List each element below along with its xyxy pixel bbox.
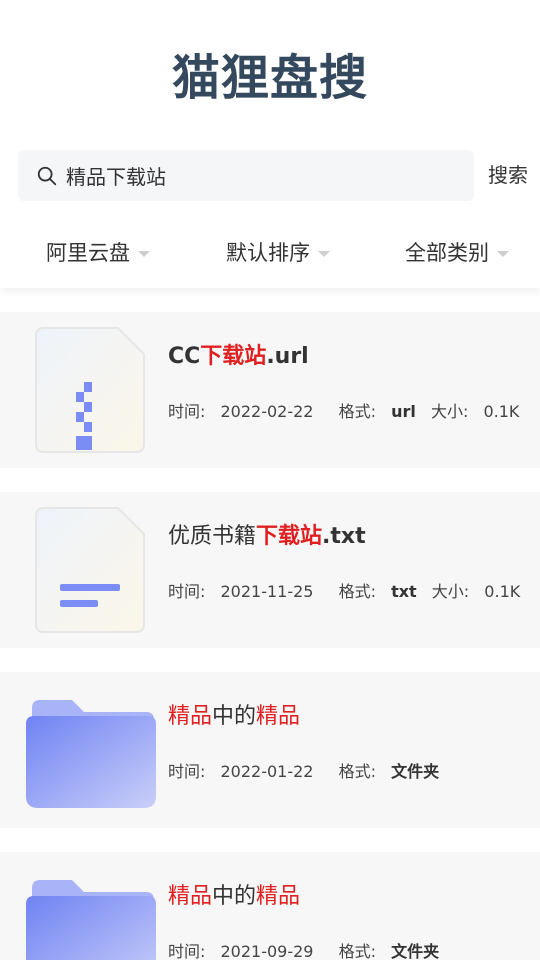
caret-down-icon xyxy=(318,251,330,257)
time-value: 2022-01-22 xyxy=(220,762,314,781)
meta-format: 格式: txt xyxy=(338,582,417,601)
name-segment: 中的 xyxy=(212,704,257,729)
result-item[interactable]: CC下载站.url 时间: 2022-02-22 格式: url 大小: 0.1… xyxy=(0,312,540,468)
name-segment: .txt xyxy=(322,524,366,549)
name-keyword-highlight: 精品 xyxy=(256,884,301,909)
result-item[interactable]: 精品中的精品 时间: 2022-01-22 格式: 文件夹 xyxy=(0,672,540,828)
filter-source-dropdown[interactable]: 阿里云盘 xyxy=(46,216,150,288)
meta-format: 格式: url xyxy=(338,402,416,421)
filter-category-dropdown[interactable]: 全部类别 xyxy=(405,216,509,288)
search-input[interactable] xyxy=(66,163,446,188)
meta-size: 大小: 0.1K xyxy=(431,582,521,601)
format-value: txt xyxy=(391,582,417,601)
name-segment: CC xyxy=(168,344,201,369)
caret-down-icon xyxy=(497,251,509,257)
result-meta: 时间: 2022-01-22 格式: 文件夹 xyxy=(168,758,449,782)
result-file-name[interactable]: 优质书籍下载站.txt xyxy=(168,518,366,550)
zip-file-icon xyxy=(35,327,145,453)
name-keyword-highlight: 下载站 xyxy=(256,524,323,549)
time-value: 2021-09-29 xyxy=(220,942,314,960)
time-value: 2022-02-22 xyxy=(220,402,314,421)
filter-category-label: 全部类别 xyxy=(405,241,489,265)
filter-bar: 阿里云盘 默认排序 全部类别 xyxy=(0,216,540,288)
size-value: 0.1K xyxy=(483,402,520,421)
name-segment: .url xyxy=(266,344,309,369)
meta-format: 格式: 文件夹 xyxy=(338,762,440,781)
name-keyword-highlight: 精品 xyxy=(168,704,213,729)
search-bar[interactable] xyxy=(18,150,474,201)
caret-down-icon xyxy=(138,251,150,257)
filter-source-label: 阿里云盘 xyxy=(46,241,130,265)
result-meta: 时间: 2021-09-29 格式: 文件夹 xyxy=(168,938,449,960)
text-file-icon xyxy=(35,507,145,633)
result-item[interactable]: 优质书籍下载站.txt 时间: 2021-11-25 格式: txt 大小: 0… xyxy=(0,492,540,648)
result-meta: 时间: 2021-11-25 格式: txt 大小: 0.1K xyxy=(168,578,540,602)
search-button[interactable]: 搜索 xyxy=(480,160,536,190)
name-keyword-highlight: 下载站 xyxy=(200,344,267,369)
result-file-name[interactable]: 精品中的精品 xyxy=(168,698,300,730)
meta-size: 大小: 0.1K xyxy=(430,402,520,421)
meta-time: 时间: 2021-09-29 xyxy=(168,942,314,960)
meta-time: 时间: 2022-01-22 xyxy=(168,762,314,781)
size-value: 0.1K xyxy=(484,582,521,601)
result-item[interactable]: 精品中的精品 时间: 2021-09-29 格式: 文件夹 xyxy=(0,852,540,960)
name-keyword-highlight: 精品 xyxy=(256,704,301,729)
time-value: 2021-11-25 xyxy=(220,582,314,601)
result-file-name[interactable]: CC下载站.url xyxy=(168,338,309,370)
result-file-name[interactable]: 精品中的精品 xyxy=(168,878,300,910)
name-segment: 中的 xyxy=(212,884,257,909)
format-value: 文件夹 xyxy=(391,942,440,960)
folder-icon xyxy=(26,880,156,960)
search-icon xyxy=(37,166,57,185)
meta-time: 时间: 2022-02-22 xyxy=(168,402,314,421)
meta-time: 时间: 2021-11-25 xyxy=(168,582,314,601)
filter-sort-label: 默认排序 xyxy=(226,241,310,265)
name-keyword-highlight: 精品 xyxy=(168,884,213,909)
format-value: url xyxy=(391,402,416,421)
name-segment: 优质书籍 xyxy=(168,524,257,549)
meta-format: 格式: 文件夹 xyxy=(338,942,440,960)
app-title: 猫狸盘搜 xyxy=(171,50,368,106)
format-value: 文件夹 xyxy=(391,762,440,781)
folder-icon xyxy=(26,700,156,808)
result-meta: 时间: 2022-02-22 格式: url 大小: 0.1K xyxy=(168,398,539,422)
filter-sort-dropdown[interactable]: 默认排序 xyxy=(226,216,330,288)
